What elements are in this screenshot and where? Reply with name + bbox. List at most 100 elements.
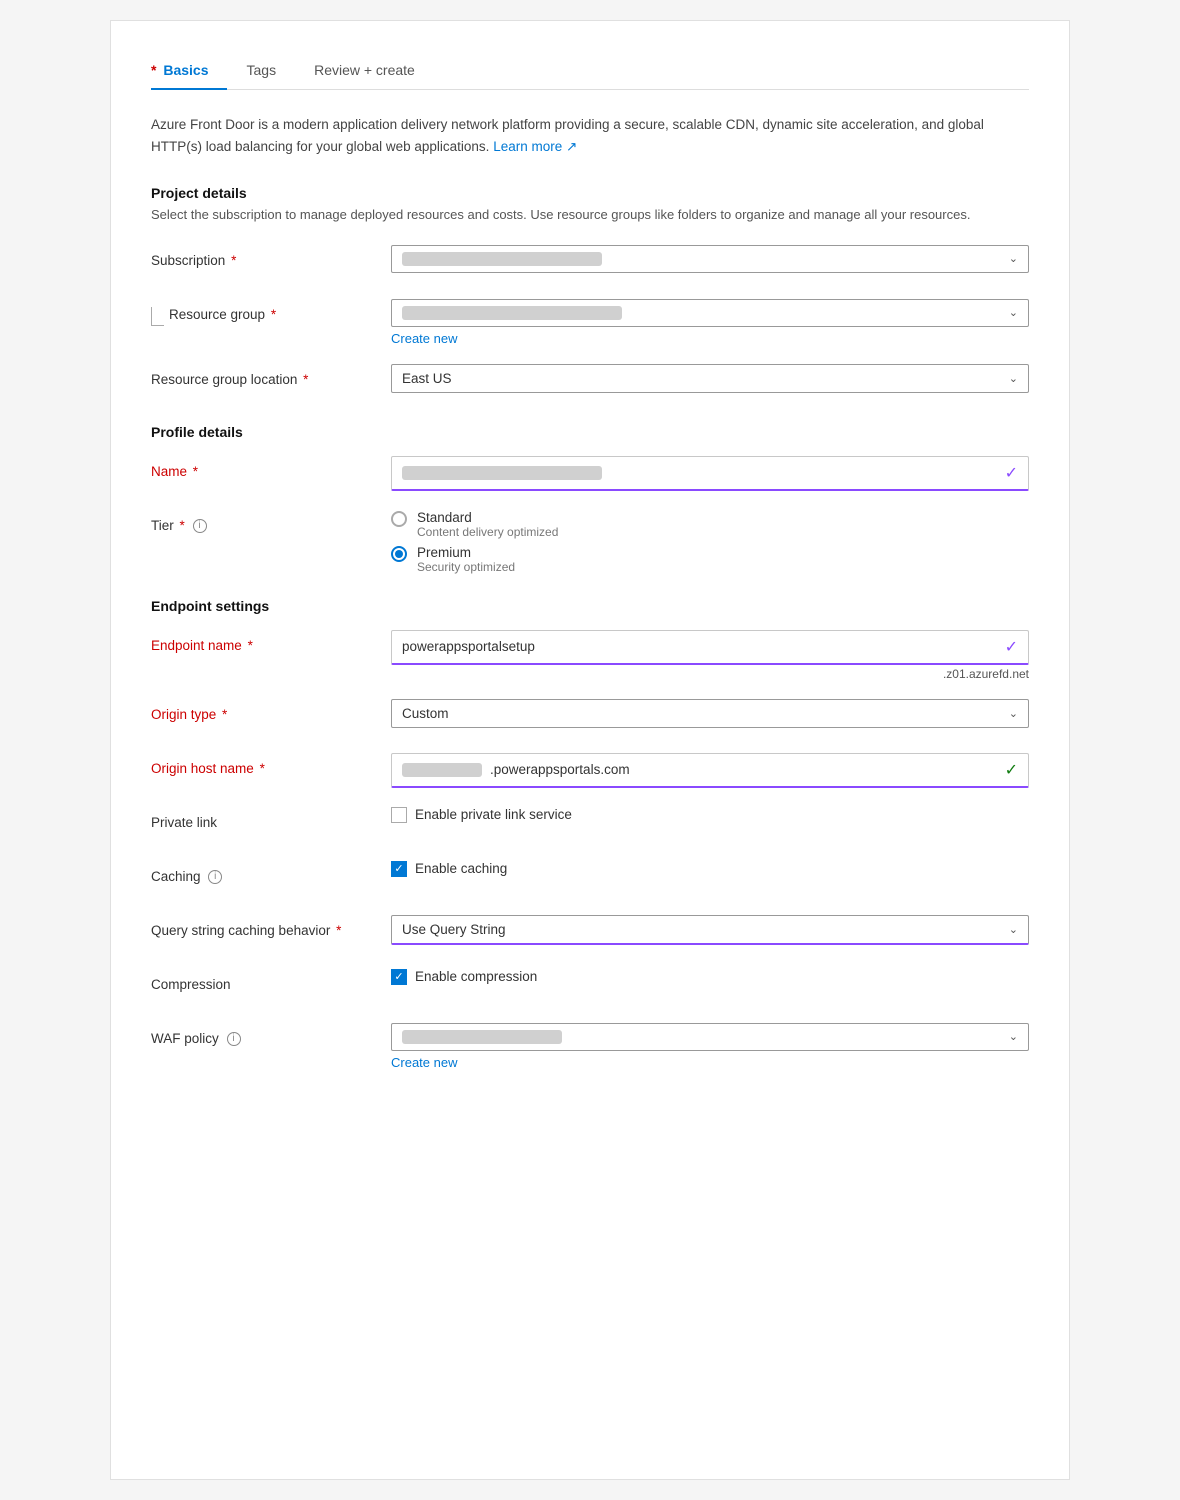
subscription-value xyxy=(402,252,602,266)
caching-label: Caching i xyxy=(151,861,391,884)
origin-type-dropdown[interactable]: Custom ⌄ xyxy=(391,699,1029,728)
basics-required-star: * xyxy=(151,62,156,78)
origin-host-suffix: .powerappsportals.com xyxy=(490,762,630,777)
resource-group-label: Resource group * xyxy=(151,299,391,322)
origin-type-label: Origin type * xyxy=(151,699,391,722)
tier-premium-sublabel: Security optimized xyxy=(417,560,515,574)
profile-name-input[interactable]: ✓ xyxy=(391,456,1029,491)
chevron-down-icon: ⌄ xyxy=(1009,252,1018,265)
origin-host-row: Origin host name * .powerappsportals.com… xyxy=(151,753,1029,789)
caching-control: Enable caching xyxy=(391,861,1029,877)
chevron-down-icon: ⌄ xyxy=(1009,923,1018,936)
rg-location-control: East US ⌄ xyxy=(391,364,1029,393)
private-link-row: Private link Enable private link service xyxy=(151,807,1029,843)
resource-group-control: ⌄ Create new xyxy=(391,299,1029,346)
query-string-control: Use Query String ⌄ xyxy=(391,915,1029,945)
tab-review-create-label: Review + create xyxy=(314,62,415,78)
compression-checkbox[interactable] xyxy=(391,969,407,985)
chevron-down-icon: ⌄ xyxy=(1009,306,1018,319)
profile-name-value xyxy=(402,466,602,480)
project-details-heading: Project details xyxy=(151,185,1029,201)
caching-checkbox-label: Enable caching xyxy=(415,861,507,876)
origin-host-control: .powerappsportals.com ✓ xyxy=(391,753,1029,788)
private-link-checkbox-label: Enable private link service xyxy=(415,807,572,822)
tier-premium-option[interactable]: Premium Security optimized xyxy=(391,545,1029,574)
profile-details-divider: Profile details xyxy=(151,424,1029,440)
origin-host-required: * xyxy=(260,761,265,776)
chevron-down-icon: ⌄ xyxy=(1009,707,1018,720)
tier-control: Standard Content delivery optimized Prem… xyxy=(391,510,1029,574)
check-icon: ✓ xyxy=(1005,760,1018,780)
compression-control: Enable compression xyxy=(391,969,1029,985)
rg-location-required: * xyxy=(303,372,308,387)
compression-checkbox-row: Enable compression xyxy=(391,969,1029,985)
rg-location-dropdown[interactable]: East US ⌄ xyxy=(391,364,1029,393)
endpoint-name-value: powerappsportalsetup xyxy=(402,639,535,654)
chevron-down-icon: ⌄ xyxy=(1009,372,1018,385)
private-link-checkbox-row: Enable private link service xyxy=(391,807,1029,823)
subscription-label: Subscription * xyxy=(151,245,391,268)
learn-more-link[interactable]: Learn more ↗ xyxy=(493,139,577,154)
tab-basics-label: Basics xyxy=(163,62,208,78)
tab-basics[interactable]: * Basics xyxy=(151,52,227,90)
waf-policy-label: WAF policy i xyxy=(151,1023,391,1046)
compression-checkbox-label: Enable compression xyxy=(415,969,537,984)
tier-standard-label: Standard xyxy=(417,510,558,525)
resource-group-indent: Resource group * xyxy=(151,307,391,322)
private-link-checkbox[interactable] xyxy=(391,807,407,823)
origin-type-value: Custom xyxy=(402,706,449,721)
private-link-label: Private link xyxy=(151,807,391,830)
resource-group-dropdown[interactable]: ⌄ xyxy=(391,299,1029,327)
waf-policy-dropdown[interactable]: ⌄ xyxy=(391,1023,1029,1051)
origin-host-label: Origin host name * xyxy=(151,753,391,776)
profile-name-label: Name * xyxy=(151,456,391,479)
tier-label: Tier * i xyxy=(151,510,391,533)
private-link-control: Enable private link service xyxy=(391,807,1029,823)
create-new-rg-link[interactable]: Create new xyxy=(391,331,457,346)
tab-tags[interactable]: Tags xyxy=(247,52,295,90)
tier-required: * xyxy=(180,518,185,533)
endpoint-settings-heading: Endpoint settings xyxy=(151,598,1029,614)
caching-checkbox[interactable] xyxy=(391,861,407,877)
endpoint-name-input[interactable]: powerappsportalsetup ✓ xyxy=(391,630,1029,665)
tier-premium-radio[interactable] xyxy=(391,546,407,562)
caching-checkbox-row: Enable caching xyxy=(391,861,1029,877)
subscription-dropdown[interactable]: ⌄ xyxy=(391,245,1029,273)
external-link-icon: ↗ xyxy=(566,139,577,154)
query-string-label: Query string caching behavior * xyxy=(151,915,391,938)
subscription-control: ⌄ xyxy=(391,245,1029,273)
profile-details-heading: Profile details xyxy=(151,424,1029,440)
page-description: Azure Front Door is a modern application… xyxy=(151,114,1029,157)
tab-review-create[interactable]: Review + create xyxy=(314,52,433,90)
origin-type-row: Origin type * Custom ⌄ xyxy=(151,699,1029,735)
tier-info-icon[interactable]: i xyxy=(193,519,207,533)
caching-info-icon[interactable]: i xyxy=(208,870,222,884)
tier-standard-option[interactable]: Standard Content delivery optimized xyxy=(391,510,1029,539)
rg-location-row: Resource group location * East US ⌄ xyxy=(151,364,1029,400)
rg-required: * xyxy=(271,307,276,322)
query-string-value: Use Query String xyxy=(402,922,506,937)
tier-standard-radio[interactable] xyxy=(391,511,407,527)
tier-premium-text: Premium Security optimized xyxy=(417,545,515,574)
origin-type-required: * xyxy=(222,707,227,722)
resource-group-row: Resource group * ⌄ Create new xyxy=(151,299,1029,346)
endpoint-name-label: Endpoint name * xyxy=(151,630,391,653)
profile-name-control: ✓ xyxy=(391,456,1029,491)
query-string-dropdown[interactable]: Use Query String ⌄ xyxy=(391,915,1029,945)
endpoint-name-required: * xyxy=(248,638,253,653)
rg-location-value: East US xyxy=(402,371,452,386)
page-container: * Basics Tags Review + create Azure Fron… xyxy=(110,20,1070,1480)
origin-type-control: Custom ⌄ xyxy=(391,699,1029,728)
create-new-waf-link[interactable]: Create new xyxy=(391,1055,457,1070)
origin-host-input[interactable]: .powerappsportals.com ✓ xyxy=(391,753,1029,788)
tier-row: Tier * i Standard Content delivery optim… xyxy=(151,510,1029,574)
subscription-required: * xyxy=(231,253,236,268)
waf-policy-info-icon[interactable]: i xyxy=(227,1032,241,1046)
tabs-bar: * Basics Tags Review + create xyxy=(151,51,1029,90)
query-string-row: Query string caching behavior * Use Quer… xyxy=(151,915,1029,951)
name-required: * xyxy=(193,464,198,479)
endpoint-name-row: Endpoint name * powerappsportalsetup ✓ .… xyxy=(151,630,1029,681)
endpoint-name-control: powerappsportalsetup ✓ .z01.azurefd.net xyxy=(391,630,1029,681)
endpoint-settings-divider: Endpoint settings xyxy=(151,598,1029,614)
tier-premium-label: Premium xyxy=(417,545,515,560)
